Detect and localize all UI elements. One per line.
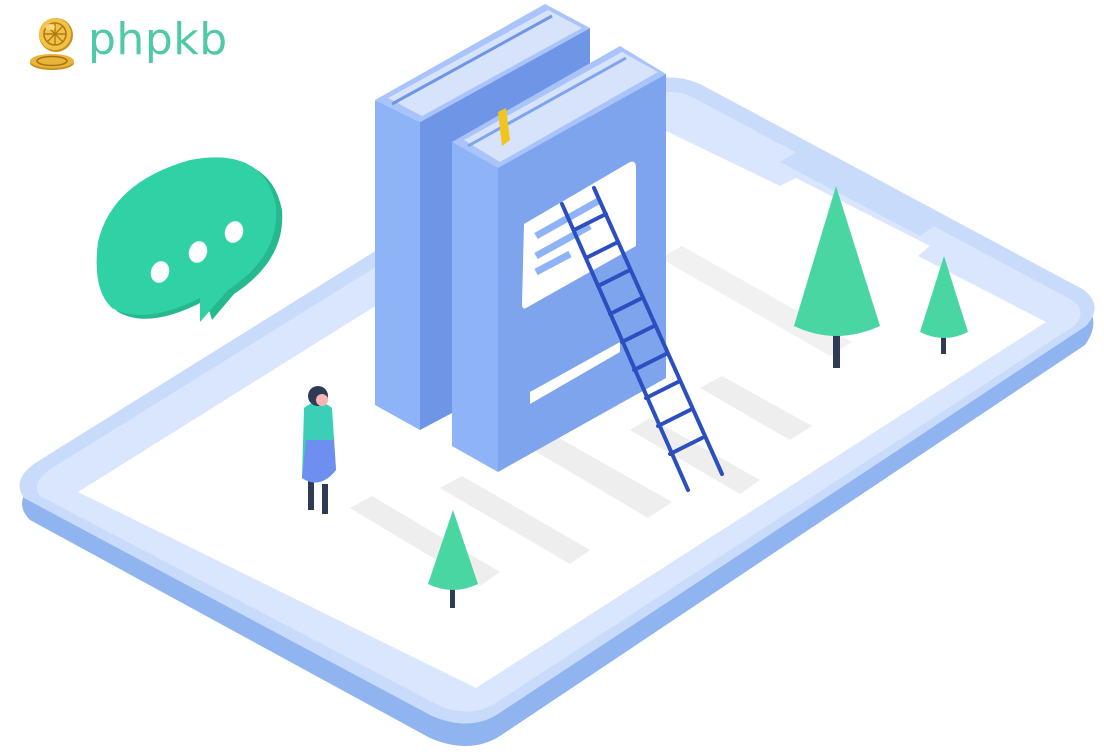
knowledge-base-illustration	[19, 4, 1095, 747]
chat-bubble-icon	[96, 157, 283, 322]
